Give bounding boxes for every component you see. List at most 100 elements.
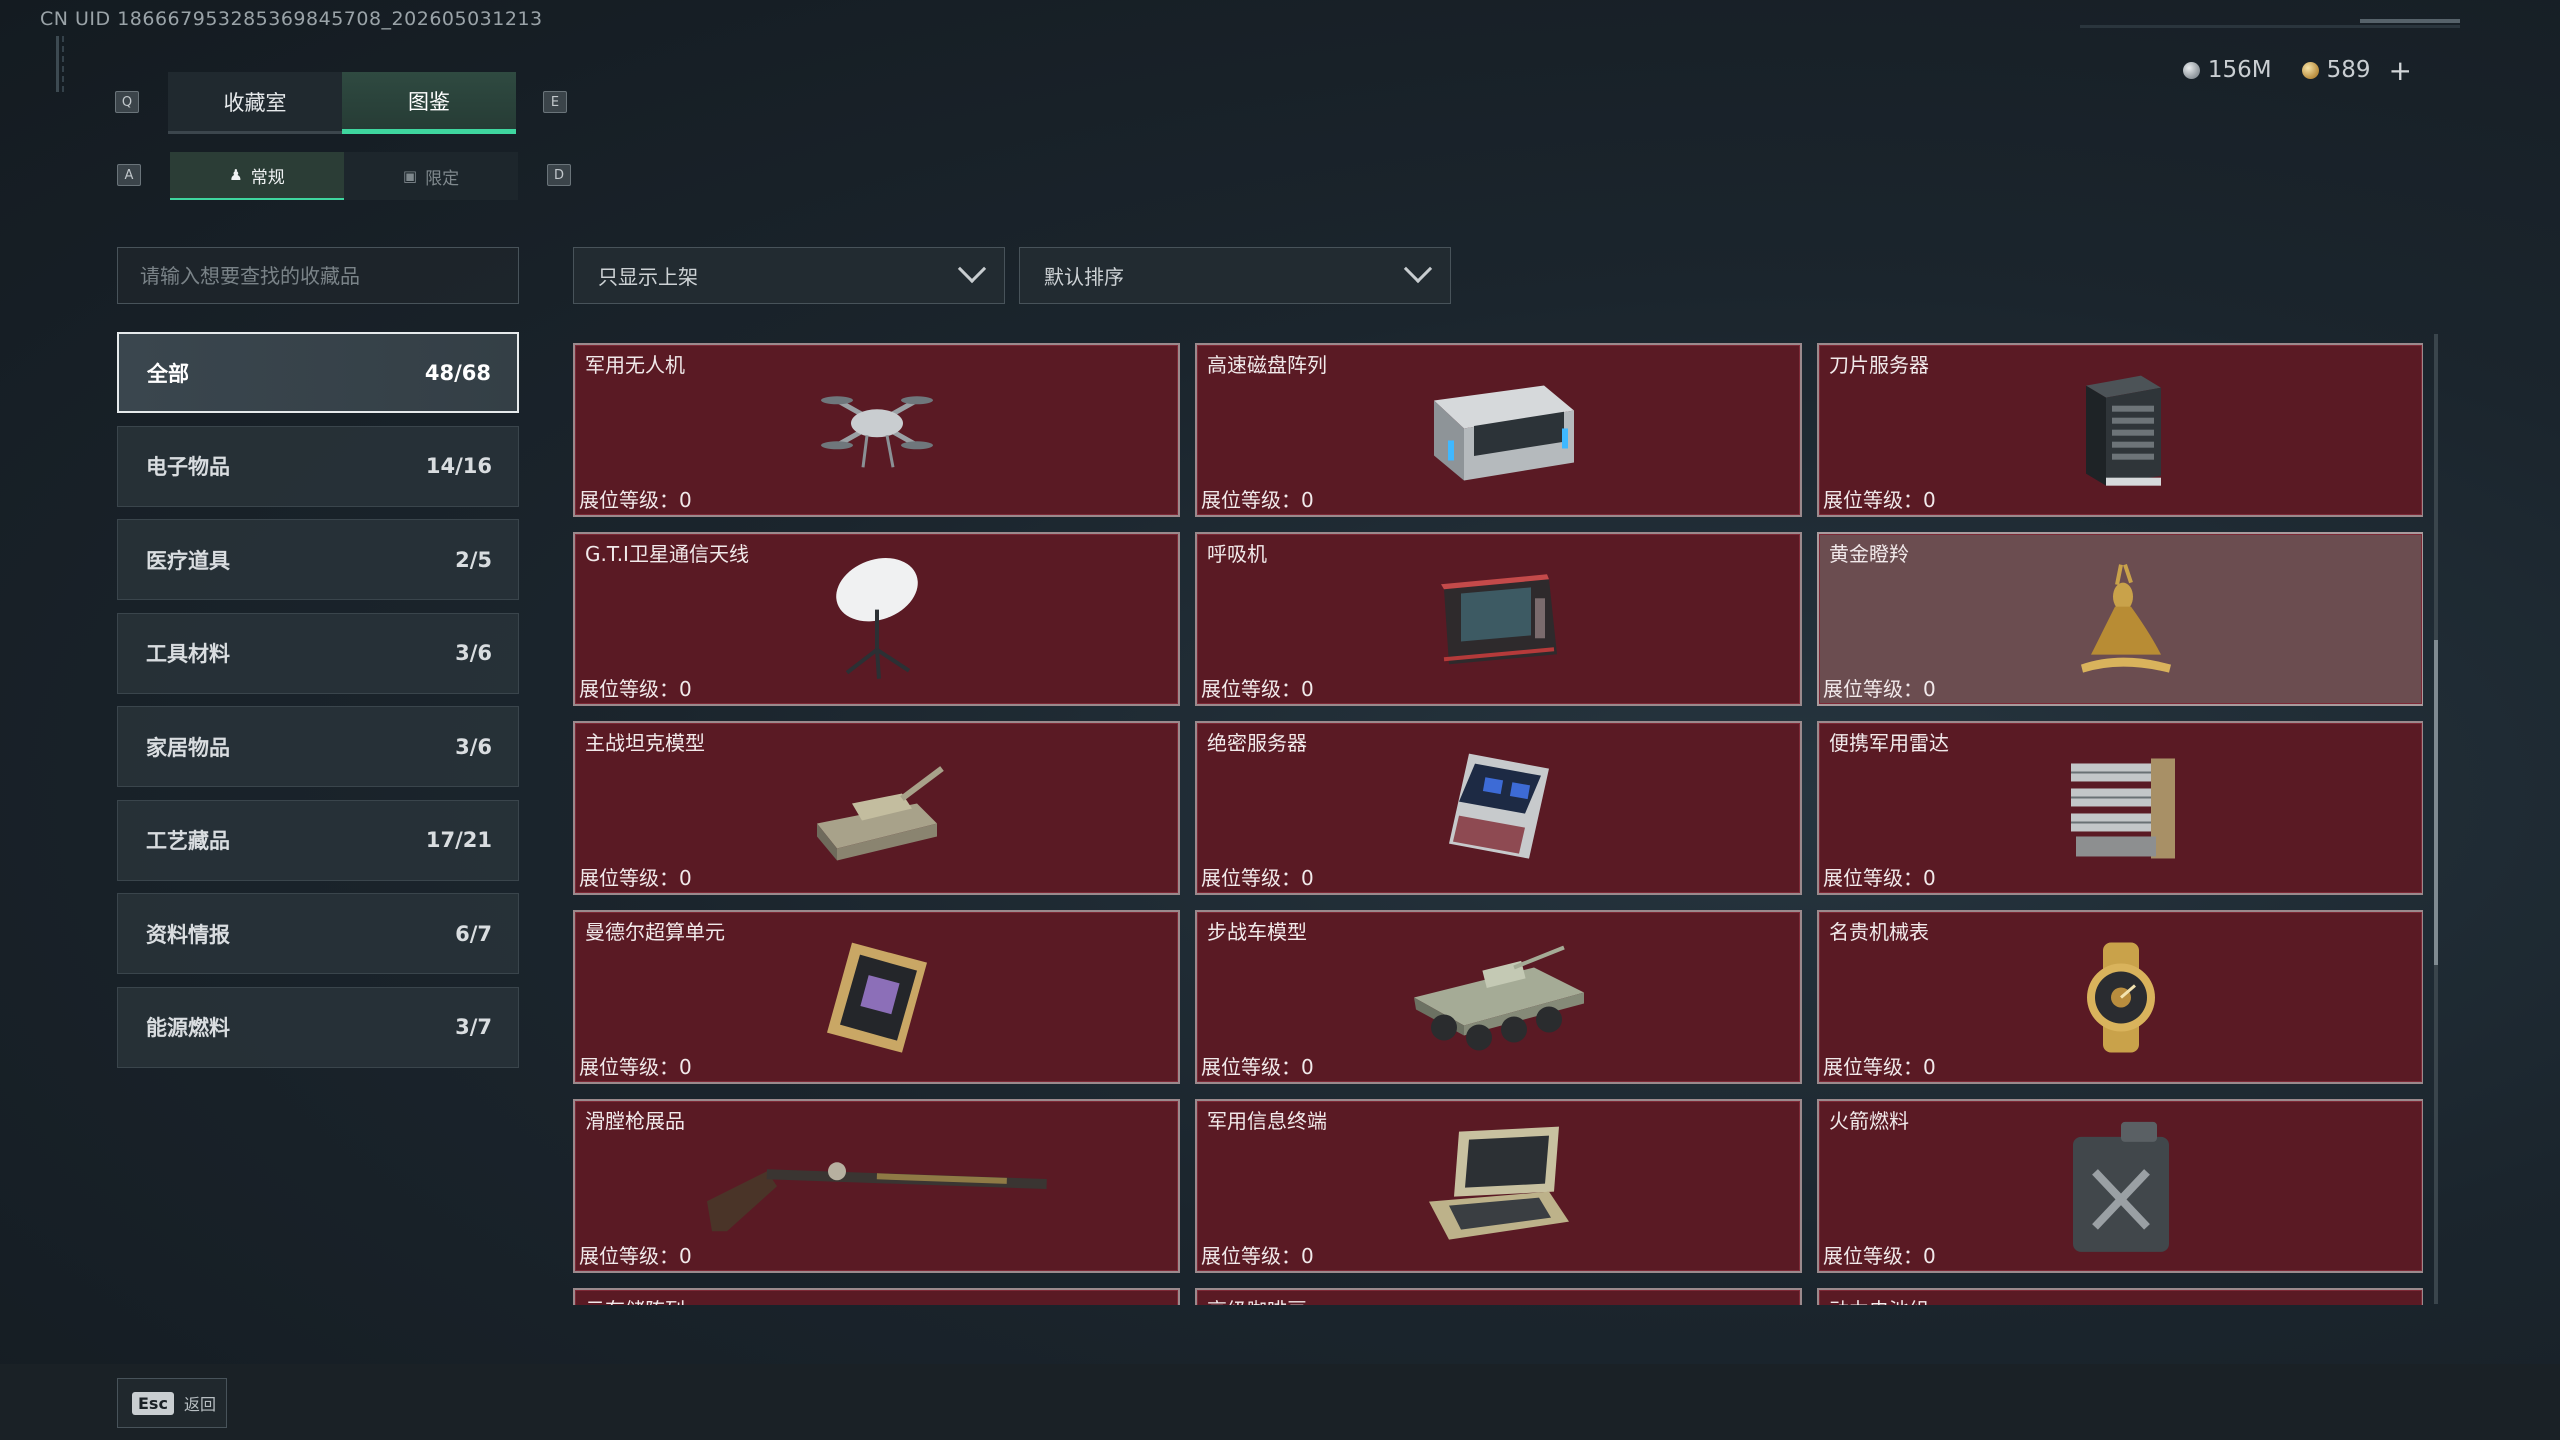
item-name: 动力电池组	[1829, 1294, 1929, 1305]
item-card[interactable]: 主战坦克模型 展位等级：0	[573, 721, 1180, 895]
category-household[interactable]: 家居物品 3/6	[117, 706, 519, 787]
display-filter-value: 只显示上架	[598, 265, 698, 289]
booth-level: 展位等级：0	[579, 488, 692, 512]
category-list: 全部 48/68 电子物品 14/16 医疗道具 2/5 工具材料 3/6 家居…	[117, 332, 519, 1080]
category-all[interactable]: 全部 48/68	[117, 332, 519, 413]
item-card[interactable]: G.T.I卫星通信天线 展位等级：0	[573, 532, 1180, 706]
item-card[interactable]: 呼吸机 展位等级：0	[1195, 532, 1802, 706]
booth-level: 展位等级：0	[1201, 677, 1314, 701]
silver-amount: 156M	[2207, 57, 2272, 83]
ventilator-icon	[1429, 564, 1569, 678]
category-energy[interactable]: 能源燃料 3/7	[117, 986, 519, 1068]
item-name: 军用无人机	[585, 353, 685, 377]
category-label: 资料情报	[146, 922, 230, 947]
category-count: 2/5	[455, 547, 492, 572]
silver-currency: 156M	[2182, 57, 2272, 83]
category-label: 能源燃料	[146, 1016, 230, 1040]
booth-level: 展位等级：0	[1201, 1244, 1314, 1268]
item-card[interactable]: 火箭燃料 展位等级：0	[1817, 1099, 2423, 1273]
item-name: 军用信息终端	[1207, 1109, 1327, 1133]
back-label: 返回	[183, 1395, 216, 1414]
item-grid: 军用无人机 展位等级：0 高速磁盘阵列 展位等级：0 刀片服务器 展位等级：0 …	[573, 343, 2423, 1305]
category-count: 17/21	[425, 828, 492, 852]
person-icon: ♟	[229, 166, 243, 184]
booth-level: 展位等级：0	[579, 1055, 692, 1079]
blade-server-icon	[2066, 366, 2176, 500]
tab-collection-room[interactable]: 收藏室	[168, 72, 342, 134]
item-grid-viewport: 军用无人机 展位等级：0 高速磁盘阵列 展位等级：0 刀片服务器 展位等级：0 …	[573, 343, 2423, 1305]
category-count: 3/7	[455, 1015, 492, 1039]
chevron-down-icon	[1403, 254, 1433, 283]
item-card[interactable]: 动力电池组	[1817, 1288, 2423, 1305]
tab-catalog[interactable]: 图鉴	[342, 72, 516, 134]
category-label: 电子物品	[146, 455, 230, 479]
category-count: 3/6	[455, 734, 492, 759]
booth-level: 展位等级：0	[1201, 1055, 1314, 1079]
item-name: G.T.I卫星通信天线	[585, 542, 749, 566]
item-card[interactable]: 军用无人机 展位等级：0	[573, 343, 1180, 517]
item-card[interactable]: 军用信息终端 展位等级：0	[1195, 1099, 1802, 1273]
key-q-icon[interactable]: Q	[115, 91, 139, 113]
key-d-icon[interactable]: D	[547, 164, 571, 186]
bottom-bar	[0, 1364, 2560, 1440]
scrollbar-thumb[interactable]	[2434, 640, 2438, 965]
item-name: 名贵机械表	[1829, 920, 1929, 944]
rocket-fuel-icon	[2061, 1117, 2181, 1261]
search-input[interactable]	[117, 247, 519, 304]
category-label: 家居物品	[146, 735, 230, 760]
item-name: 高速磁盘阵列	[1207, 353, 1327, 377]
display-filter-dropdown[interactable]: 只显示上架	[573, 247, 1005, 304]
item-name: 绝密服务器	[1207, 731, 1307, 755]
info-terminal-icon	[1419, 1122, 1579, 1256]
item-card[interactable]: 高级咖啡豆	[1195, 1288, 1802, 1305]
top-divider	[2080, 25, 2460, 28]
item-card[interactable]: 绝密服务器 展位等级：0	[1195, 721, 1802, 895]
category-count: 6/7	[455, 921, 492, 946]
ifv-model-icon	[1404, 937, 1594, 1061]
currency-bar: 156M 589 +	[2080, 52, 2460, 88]
main-tabs: 收藏室 图鉴	[168, 72, 516, 134]
booth-level: 展位等级：0	[1823, 1055, 1936, 1079]
item-card[interactable]: 便携军用雷达 展位等级：0	[1817, 721, 2423, 895]
item-card[interactable]: 滑膛枪展品 展位等级：0	[573, 1099, 1180, 1273]
item-card[interactable]: 步战车模型 展位等级：0	[1195, 910, 1802, 1084]
category-count: 48/68	[424, 360, 491, 385]
luxury-watch-icon	[2061, 937, 2181, 1061]
add-currency-button[interactable]: +	[2389, 54, 2412, 87]
subtab-regular[interactable]: ♟ 常规	[170, 152, 344, 200]
key-e-icon[interactable]: E	[543, 91, 567, 113]
golden-gazelle-icon	[2051, 555, 2191, 689]
item-card[interactable]: 黄金瞪羚 展位等级：0	[1817, 532, 2423, 706]
booth-level: 展位等级：0	[579, 866, 692, 890]
item-name: 步战车模型	[1207, 920, 1307, 944]
item-name: 黄金瞪羚	[1829, 542, 1909, 566]
back-button[interactable]: Esc 返回	[117, 1378, 227, 1428]
item-card[interactable]: 刀片服务器 展位等级：0	[1817, 343, 2423, 517]
chevron-down-icon	[957, 254, 987, 283]
booth-level: 展位等级：0	[1201, 488, 1314, 512]
sort-dropdown[interactable]: 默认排序	[1019, 247, 1451, 304]
booth-level: 展位等级：0	[579, 1244, 692, 1268]
key-a-icon[interactable]: A	[117, 164, 141, 186]
category-medical[interactable]: 医疗道具 2/5	[117, 519, 519, 600]
category-intel[interactable]: 资料情报 6/7	[117, 893, 519, 974]
booth-level: 展位等级：0	[1823, 1244, 1936, 1268]
item-name: 刀片服务器	[1829, 353, 1929, 377]
subtab-limited[interactable]: ▣ 限定	[344, 152, 518, 200]
category-crafts[interactable]: 工艺藏品 17/21	[117, 799, 519, 881]
tank-model-icon	[807, 748, 947, 872]
category-electronics[interactable]: 电子物品 14/16	[117, 425, 519, 507]
secret-server-icon	[1429, 744, 1569, 878]
subtab-regular-label: 常规	[250, 167, 285, 188]
sort-value: 默认排序	[1044, 265, 1124, 289]
category-count: 3/6	[455, 641, 492, 665]
item-card[interactable]: 高速磁盘阵列 展位等级：0	[1195, 343, 1802, 517]
item-card[interactable]: 曼德尔超算单元 展位等级：0	[573, 910, 1180, 1084]
category-label: 工艺藏品	[146, 829, 230, 853]
portable-radar-icon	[2056, 748, 2186, 872]
item-card[interactable]: 名贵机械表 展位等级：0	[1817, 910, 2423, 1084]
category-tools[interactable]: 工具材料 3/6	[117, 612, 519, 694]
sub-tabs: ♟ 常规 ▣ 限定	[170, 152, 518, 200]
booth-level: 展位等级：0	[579, 677, 692, 701]
item-card[interactable]: 云存储阵列	[573, 1288, 1180, 1305]
